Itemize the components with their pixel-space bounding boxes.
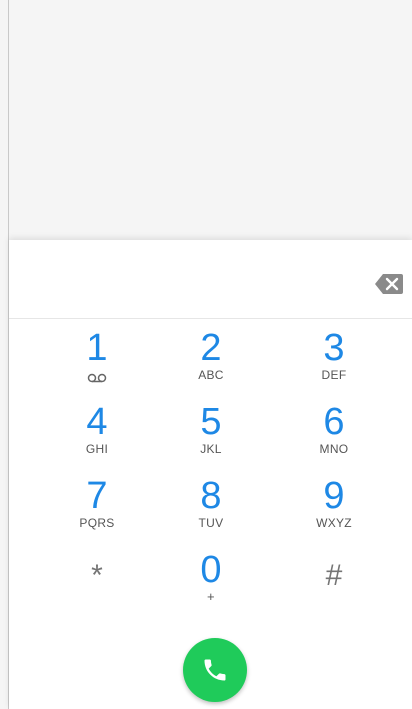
key-letters: ABC xyxy=(198,368,224,382)
key-5[interactable]: 5 JKL xyxy=(161,392,261,464)
key-digit: 8 xyxy=(200,475,222,517)
key-star[interactable]: * xyxy=(47,540,147,612)
digits-field[interactable] xyxy=(25,264,369,306)
key-digit: 7 xyxy=(86,475,108,517)
dialpad-panel: 1 2 ABC 3 DEF 4 GHI 5 JKL 6 MNO 7 PQRS 8… xyxy=(9,240,412,709)
key-digit: 2 xyxy=(200,327,222,369)
key-letters: + xyxy=(207,589,215,604)
key-digit: 1 xyxy=(86,327,108,369)
keypad: 1 2 ABC 3 DEF 4 GHI 5 JKL 6 MNO 7 PQRS 8… xyxy=(9,318,412,638)
key-digit: 9 xyxy=(323,475,345,517)
key-digit: 6 xyxy=(323,401,345,443)
key-digit: # xyxy=(325,559,343,592)
key-letters: WXYZ xyxy=(316,516,352,530)
key-2[interactable]: 2 ABC xyxy=(161,318,261,390)
call-button[interactable] xyxy=(183,638,247,702)
key-digit: 4 xyxy=(86,401,108,443)
key-pound[interactable]: # xyxy=(284,540,384,612)
key-letters: JKL xyxy=(200,442,222,456)
key-digit: 3 xyxy=(323,327,345,369)
key-letters: MNO xyxy=(319,442,349,456)
backspace-icon xyxy=(375,274,403,294)
key-7[interactable]: 7 PQRS xyxy=(47,466,147,538)
key-digit: 0 xyxy=(200,549,222,591)
backspace-button[interactable] xyxy=(374,273,404,295)
digits-row xyxy=(9,240,412,319)
call-log-area xyxy=(9,0,412,248)
phone-icon xyxy=(204,659,226,681)
key-0[interactable]: 0 + xyxy=(161,540,261,612)
key-letters: GHI xyxy=(85,442,109,456)
key-letters: PQRS xyxy=(79,516,115,530)
voicemail-icon xyxy=(47,370,147,383)
key-6[interactable]: 6 MNO xyxy=(284,392,384,464)
key-1[interactable]: 1 xyxy=(47,318,147,390)
key-9[interactable]: 9 WXYZ xyxy=(284,466,384,538)
key-letters: TUV xyxy=(198,516,224,530)
key-4[interactable]: 4 GHI xyxy=(47,392,147,464)
key-letters: DEF xyxy=(321,368,347,382)
key-3[interactable]: 3 DEF xyxy=(284,318,384,390)
key-digit: * xyxy=(91,559,103,592)
key-8[interactable]: 8 TUV xyxy=(161,466,261,538)
key-digit: 5 xyxy=(200,401,222,443)
